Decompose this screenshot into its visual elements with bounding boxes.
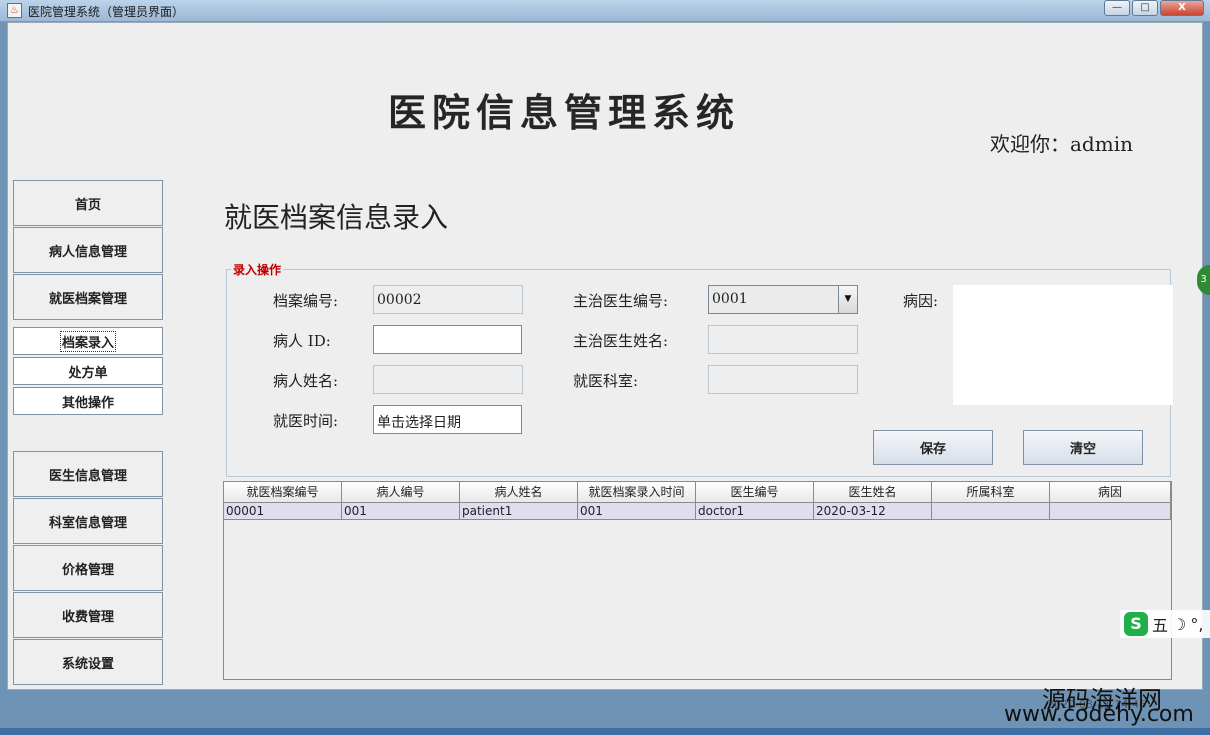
sogou-icon: S	[1124, 612, 1148, 636]
nav-settings-button[interactable]: 系统设置	[13, 639, 163, 685]
cause-textarea[interactable]	[953, 285, 1173, 405]
doctor-id-select[interactable]: 0001 ▼	[708, 285, 858, 314]
sub-record-entry-label: 档案录入	[59, 330, 117, 352]
table-cell[interactable]	[932, 503, 1050, 520]
patient-id-label: 病人 ID:	[273, 332, 331, 350]
nav-home-button[interactable]: 首页	[13, 180, 163, 226]
ime-punctuation: °,	[1190, 614, 1204, 634]
taskbar	[0, 728, 1210, 735]
watermark-en: www.codehy.com	[1004, 702, 1194, 727]
visit-time-input[interactable]: 单击选择日期	[373, 405, 522, 434]
chevron-down-icon[interactable]: ▼	[838, 286, 857, 313]
records-table: 就医档案编号 病人编号 病人姓名 就医档案录入时间 医生编号 医生姓名 所属科室…	[223, 481, 1172, 680]
ime-toolbar[interactable]: S 五 ☽ °,	[1120, 610, 1210, 638]
column-header[interactable]: 就医档案编号	[224, 482, 342, 503]
java-cup-icon: ♨	[7, 3, 22, 18]
table-cell[interactable]: 001	[342, 503, 460, 520]
department-label: 就医科室:	[573, 372, 639, 390]
maximize-button[interactable]: □	[1132, 0, 1158, 16]
visit-time-label: 就医时间:	[273, 412, 339, 430]
table-cell[interactable]: 001	[578, 503, 696, 520]
record-id-field: 00002	[373, 285, 523, 314]
column-header[interactable]: 病因	[1050, 482, 1171, 503]
table-row[interactable]: 00001 001 patient1 001 doctor1 2020-03-1…	[224, 503, 1171, 520]
table-header: 就医档案编号 病人编号 病人姓名 就医档案录入时间 医生编号 医生姓名 所属科室…	[224, 482, 1171, 503]
table-cell[interactable]: 00001	[224, 503, 342, 520]
sub-other-operations-button[interactable]: 其他操作	[13, 387, 163, 415]
save-button[interactable]: 保存	[873, 430, 993, 465]
window-titlebar: ♨ 医院管理系统（管理员界面） — □ X	[0, 0, 1210, 22]
nav-patient-info-button[interactable]: 病人信息管理	[13, 227, 163, 273]
department-field	[708, 365, 858, 394]
cause-label: 病因:	[903, 292, 939, 310]
column-header[interactable]: 病人姓名	[460, 482, 578, 503]
patient-id-input[interactable]	[373, 325, 522, 354]
ime-mode-text: 五	[1152, 616, 1169, 635]
patient-name-label: 病人姓名:	[273, 372, 339, 390]
table-cell[interactable]: patient1	[460, 503, 578, 520]
record-id-label: 档案编号:	[273, 292, 339, 310]
column-header[interactable]: 病人编号	[342, 482, 460, 503]
close-button[interactable]: X	[1160, 0, 1204, 16]
sub-record-entry-button[interactable]: 档案录入	[13, 327, 163, 355]
nav-department-info-button[interactable]: 科室信息管理	[13, 498, 163, 544]
column-header[interactable]: 医生编号	[696, 482, 814, 503]
nav-billing-button[interactable]: 收费管理	[13, 592, 163, 638]
moon-icon: ☽	[1172, 614, 1187, 634]
sub-prescription-button[interactable]: 处方单	[13, 357, 163, 385]
clear-button[interactable]: 清空	[1023, 430, 1143, 465]
table-cell[interactable]: doctor1	[696, 503, 814, 520]
nav-medical-records-button[interactable]: 就医档案管理	[13, 274, 163, 320]
doctor-name-field	[708, 325, 858, 354]
doctor-id-value: 0001	[712, 291, 748, 307]
welcome-text: 欢迎你：admin	[990, 132, 1133, 156]
nav-doctor-info-button[interactable]: 医生信息管理	[13, 451, 163, 497]
nav-price-button[interactable]: 价格管理	[13, 545, 163, 591]
window-title: 医院管理系统（管理员界面）	[28, 5, 185, 19]
doctor-id-label: 主治医生编号:	[573, 292, 669, 310]
table-cell[interactable]: 2020-03-12	[814, 503, 932, 520]
doctor-name-label: 主治医生姓名:	[573, 332, 669, 350]
table-cell[interactable]	[1050, 503, 1171, 520]
column-header[interactable]: 医生姓名	[814, 482, 932, 503]
system-title: 医院信息管理系统	[388, 90, 741, 135]
minimize-button[interactable]: —	[1104, 0, 1130, 16]
window-controls: — □ X	[1102, 0, 1204, 16]
entry-group-title: 录入操作	[231, 261, 284, 278]
patient-name-field	[373, 365, 523, 394]
column-header[interactable]: 就医档案录入时间	[578, 482, 696, 503]
page-title: 就医档案信息录入	[224, 201, 449, 234]
column-header[interactable]: 所属科室	[932, 482, 1050, 503]
